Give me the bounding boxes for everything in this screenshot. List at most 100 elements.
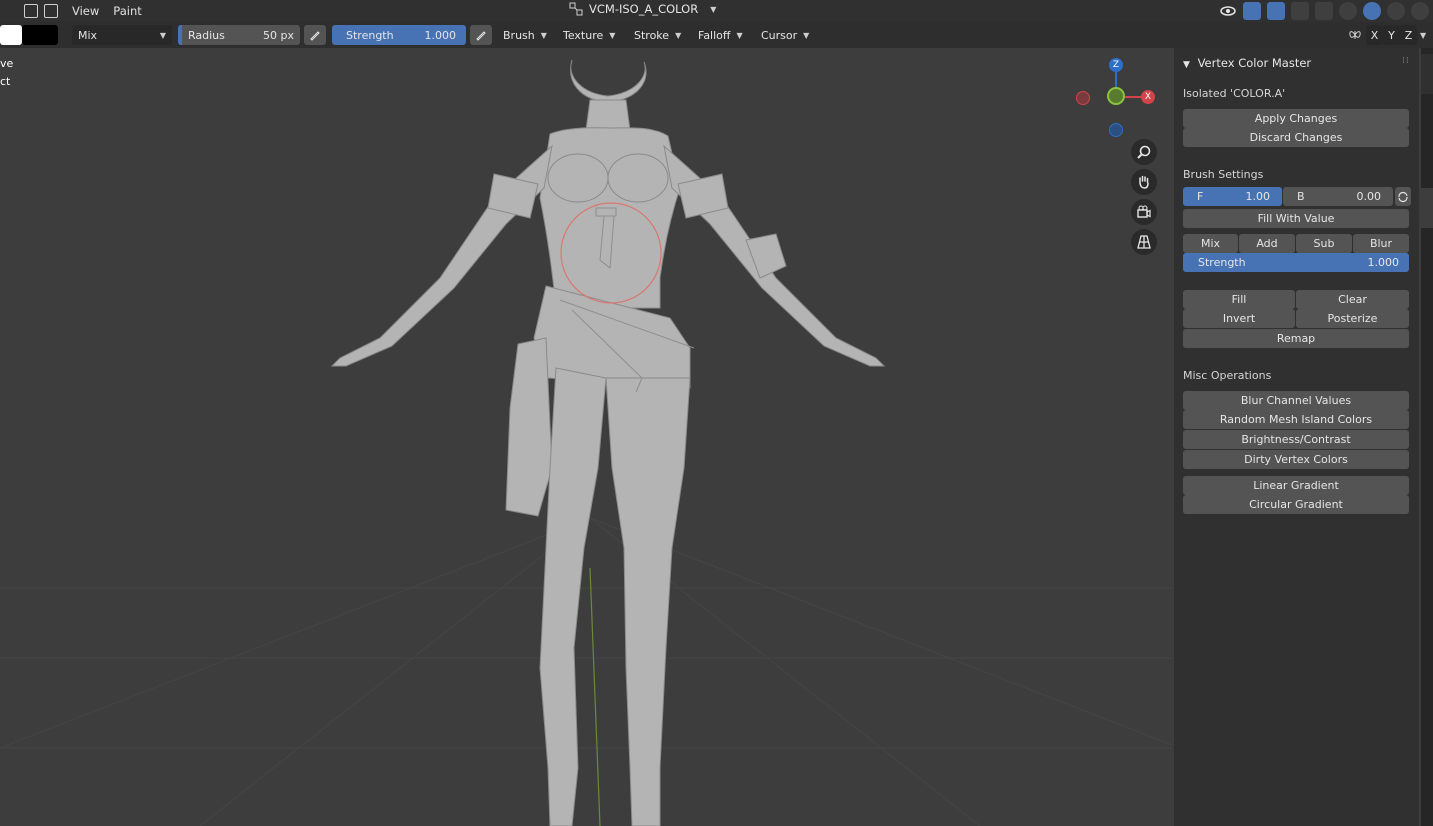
overlays-toggle-button[interactable]: [1267, 2, 1285, 20]
background-value-field[interactable]: B 0.00: [1283, 187, 1393, 206]
background-value: 0.00: [1356, 190, 1382, 203]
panel-strength-label: Strength: [1198, 256, 1246, 269]
invert-button[interactable]: Invert: [1183, 309, 1295, 328]
panel-title: Vertex Color Master: [1197, 56, 1312, 70]
primary-color-swatch[interactable]: [0, 25, 22, 45]
apply-changes-button[interactable]: Apply Changes: [1183, 109, 1409, 128]
texture-menu[interactable]: Texture ▼: [557, 25, 622, 45]
secondary-color-swatch[interactable]: [22, 25, 58, 45]
sidebar-tab-vcm[interactable]: [1421, 188, 1433, 228]
mirror-y-toggle[interactable]: Y: [1383, 25, 1400, 45]
mode-blur-button[interactable]: Blur: [1353, 234, 1409, 253]
xray-toggle-icon[interactable]: [44, 4, 58, 18]
material-shading-button[interactable]: [1387, 2, 1405, 20]
stroke-menu[interactable]: Stroke ▼: [628, 25, 688, 45]
mesh-overlay-button[interactable]: [1291, 2, 1309, 20]
gizmo-center[interactable]: [1107, 87, 1125, 105]
top-header: View Paint VCM-ISO_A_COLOR ▼: [0, 0, 1433, 22]
wireframe-shading-button[interactable]: [1339, 2, 1357, 20]
sidebar-panel: ▼ Vertex Color Master ⁞⁞ Isolated 'COLOR…: [1174, 48, 1419, 826]
sidebar-tab-5[interactable]: [1421, 234, 1433, 324]
discard-changes-button[interactable]: Discard Changes: [1183, 128, 1409, 147]
mirror-y-label: Y: [1388, 28, 1395, 42]
sidebar-tab-item[interactable]: [1421, 54, 1433, 94]
falloff-menu[interactable]: Falloff ▼: [692, 25, 749, 45]
radius-label: Radius: [188, 28, 225, 42]
zoom-button[interactable]: [1131, 139, 1157, 165]
sidebar-tab-view[interactable]: [1421, 142, 1433, 182]
sidebar-tab-6[interactable]: [1421, 328, 1433, 368]
gizmo-z-axis[interactable]: Z: [1109, 58, 1123, 72]
mode-sub-button[interactable]: Sub: [1296, 234, 1352, 253]
sidebar-tab-strip: [1421, 48, 1433, 826]
radius-slider[interactable]: Radius 50 px: [178, 25, 300, 45]
sidebar-tab-7[interactable]: [1421, 372, 1433, 412]
xray-button[interactable]: [1315, 2, 1333, 20]
brush-settings-label: Brush Settings: [1183, 168, 1264, 181]
panel-header[interactable]: ▼ Vertex Color Master: [1183, 56, 1311, 70]
swap-values-button[interactable]: [1395, 187, 1411, 206]
viewport-scene: [0, 59, 1172, 826]
radius-pressure-button[interactable]: [304, 25, 326, 45]
strength-pressure-button[interactable]: [470, 25, 492, 45]
sidebar-tab-8[interactable]: [1421, 416, 1433, 456]
fill-button[interactable]: Fill: [1183, 290, 1295, 309]
posterize-button[interactable]: Posterize: [1296, 309, 1409, 328]
cursor-menu[interactable]: Cursor ▼: [755, 25, 816, 45]
texture-menu-label: Texture: [563, 28, 604, 42]
rendered-shading-button[interactable]: [1411, 2, 1429, 20]
foreground-value-field[interactable]: F 1.00: [1183, 187, 1282, 206]
drag-handle-icon[interactable]: ⁞⁞: [1402, 56, 1410, 66]
y-axis-line: [589, 567, 601, 826]
strength-slider[interactable]: Strength 1.000: [332, 25, 466, 45]
3d-viewport[interactable]: ve ct Z X: [0, 48, 1172, 826]
strength-label: Strength: [346, 28, 394, 42]
misc-operations-label: Misc Operations: [1183, 369, 1272, 382]
mode-add-button[interactable]: Add: [1239, 234, 1295, 253]
solid-shading-button[interactable]: [1363, 2, 1381, 20]
pen-pressure-icon: [310, 31, 320, 41]
linear-gradient-button[interactable]: Linear Gradient: [1183, 476, 1409, 495]
mirror-x-toggle[interactable]: X: [1366, 25, 1383, 45]
symmetry-settings-button[interactable]: [1344, 25, 1366, 45]
vertex-color-icon: [569, 2, 583, 16]
random-mesh-island-colors-button[interactable]: Random Mesh Island Colors: [1183, 410, 1409, 429]
menu-paint[interactable]: Paint: [113, 4, 141, 18]
strength-value: 1.000: [424, 28, 457, 42]
circular-gradient-button[interactable]: Circular Gradient: [1183, 495, 1409, 514]
symmetry-dropdown[interactable]: ▼: [1417, 25, 1433, 45]
background-label: B: [1297, 190, 1305, 203]
remap-button[interactable]: Remap: [1183, 329, 1409, 348]
stroke-menu-label: Stroke: [634, 28, 670, 42]
perspective-toggle-button[interactable]: [1131, 229, 1157, 255]
gizmo-toggle-button[interactable]: [1243, 2, 1261, 20]
blend-mode-select[interactable]: Mix ▼: [72, 25, 172, 45]
chevron-down-icon: ▼: [159, 30, 166, 40]
gizmo-z-label: Z: [1112, 60, 1120, 70]
mirror-z-toggle[interactable]: Z: [1400, 25, 1417, 45]
panel-strength-slider[interactable]: Strength 1.000: [1183, 253, 1409, 272]
pan-button[interactable]: [1131, 169, 1157, 195]
camera-view-button[interactable]: [1131, 199, 1157, 225]
chevron-down-icon: ▼: [736, 30, 743, 40]
butterfly-icon: [1349, 31, 1361, 39]
chevron-down-icon: ▼: [803, 30, 810, 40]
blur-channel-values-button[interactable]: Blur Channel Values: [1183, 391, 1409, 410]
brightness-contrast-button[interactable]: Brightness/Contrast: [1183, 430, 1409, 449]
gizmo-neg-z-axis[interactable]: [1109, 123, 1123, 137]
gizmo-x-label: X: [1144, 92, 1152, 102]
sidebar-tab-tool[interactable]: [1421, 98, 1433, 138]
mode-mix-button[interactable]: Mix: [1183, 234, 1238, 253]
color-attribute-selector[interactable]: VCM-ISO_A_COLOR ▼: [569, 2, 716, 16]
brush-menu[interactable]: Brush ▼: [497, 25, 553, 45]
menu-view[interactable]: View: [72, 4, 99, 18]
radius-value: 50 px: [263, 28, 294, 42]
swap-refresh-icon: [1398, 191, 1408, 202]
overlay-toggle-icon[interactable]: [24, 4, 38, 18]
fill-with-value-button[interactable]: Fill With Value: [1183, 209, 1409, 228]
clear-button[interactable]: Clear: [1296, 290, 1409, 309]
visibility-eye-icon[interactable]: [1219, 2, 1237, 20]
gizmo-x-axis[interactable]: X: [1141, 90, 1155, 104]
dirty-vertex-colors-button[interactable]: Dirty Vertex Colors: [1183, 450, 1409, 469]
gizmo-neg-x-axis[interactable]: [1076, 91, 1090, 105]
